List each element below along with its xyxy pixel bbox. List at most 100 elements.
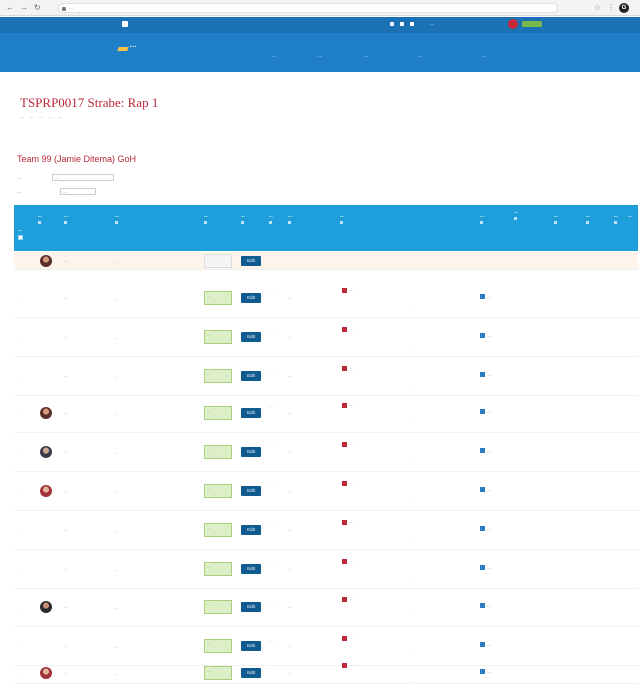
user-name-link[interactable]: ... (64, 488, 106, 494)
comment-link[interactable]: ... (350, 326, 476, 332)
user-name-link[interactable]: ... (64, 527, 106, 533)
user-name-link[interactable]: ... (64, 334, 106, 340)
column-header[interactable]: ... (204, 213, 208, 224)
sort-icon (288, 221, 291, 224)
column-header[interactable]: ... (586, 213, 590, 224)
breadcrumb-item[interactable]: ... (39, 114, 43, 120)
count-badge[interactable]: ... (480, 372, 491, 377)
reload-icon[interactable]: ↻ (34, 4, 41, 12)
count-badge[interactable]: ... (480, 603, 491, 608)
edit-button[interactable]: Edit (241, 331, 261, 342)
user-name-link[interactable]: ... (64, 566, 106, 572)
site-logo[interactable]: ... (117, 39, 198, 55)
comment-link[interactable]: ... (350, 662, 476, 668)
flag-icon (342, 596, 347, 602)
count-badge[interactable]: ... (480, 642, 491, 647)
edit-button[interactable]: Edit (241, 407, 261, 418)
select-all-checkbox[interactable] (18, 235, 23, 240)
message-icon[interactable] (410, 22, 414, 26)
user-email: ... (115, 334, 119, 339)
comment-link[interactable]: ... (350, 519, 476, 525)
edit-button[interactable]: Edit (241, 485, 261, 496)
user-name-link[interactable]: ... (64, 258, 106, 264)
sort-icon (514, 217, 517, 220)
column-header[interactable]: ... (288, 213, 292, 224)
column-header[interactable]: ... (269, 213, 273, 224)
edit-button[interactable]: Edit (241, 640, 261, 651)
column-header[interactable]: ... (514, 209, 518, 220)
edit-button[interactable]: Edit (241, 255, 261, 266)
comment-link[interactable]: ... (350, 402, 476, 408)
user-avatar[interactable] (508, 19, 518, 29)
edit-button[interactable]: Edit (241, 601, 261, 612)
comment-meta: ... (412, 650, 416, 656)
notification-icon[interactable] (400, 22, 404, 26)
comment-link[interactable]: ... (350, 558, 476, 564)
address-bar[interactable]: ... (58, 3, 558, 13)
filter2-select[interactable]: ... (60, 188, 96, 195)
count-badge[interactable]: ... (480, 669, 491, 674)
status-pill (522, 21, 542, 27)
breadcrumb-item[interactable]: ... (49, 114, 53, 120)
table-row: ............ Edit............... (14, 471, 638, 511)
comment-link[interactable]: ... (350, 596, 476, 602)
status-badge: ... (204, 522, 232, 537)
breadcrumb-item: ... (58, 114, 63, 120)
column-header[interactable]: ... (614, 213, 618, 224)
count-badge[interactable]: ... (480, 565, 491, 570)
bookmark-star-icon[interactable]: ☆ (594, 3, 601, 12)
time-text: ... (269, 481, 273, 487)
home-icon[interactable] (122, 21, 128, 27)
user-menu[interactable]: ... (430, 21, 434, 27)
edit-button[interactable]: Edit (241, 524, 261, 535)
browser-menu-icon[interactable]: ⋮ (607, 3, 615, 12)
comment-link[interactable]: ... (350, 480, 476, 486)
count-badge[interactable]: ... (480, 526, 491, 531)
count-badge[interactable]: ... (480, 333, 491, 338)
user-email: ... (115, 604, 119, 609)
edit-button[interactable]: Edit (241, 292, 261, 303)
column-header[interactable]: ... (241, 213, 245, 224)
profile-avatar[interactable]: G (619, 3, 629, 13)
filter1-select[interactable]: ... (52, 174, 114, 181)
nav-item-4[interactable]: ... (418, 53, 422, 59)
breadcrumb-item[interactable]: ... (20, 114, 24, 120)
user-name-link[interactable]: ... (64, 604, 106, 610)
breadcrumb: ... ... ... ... ... (20, 114, 66, 120)
count-badge[interactable]: ... (480, 487, 491, 492)
comment-link[interactable]: ... (350, 287, 476, 293)
user-name-link[interactable]: ... (64, 373, 106, 379)
count-badge[interactable]: ... (480, 448, 491, 453)
user-name-link[interactable]: ... (64, 643, 106, 649)
user-name-link[interactable]: ... (64, 410, 106, 416)
column-header[interactable]: ... (38, 213, 42, 224)
edit-button[interactable]: Edit (241, 446, 261, 457)
forward-arrow-icon[interactable]: → (20, 4, 28, 12)
edit-button[interactable]: Edit (241, 563, 261, 574)
breadcrumb-item[interactable]: ... (30, 114, 34, 120)
back-arrow-icon[interactable]: ← (6, 4, 14, 12)
edit-button[interactable]: Edit (241, 370, 261, 381)
nav-item-5[interactable]: ... (482, 53, 486, 59)
nav-item-2[interactable]: ... (318, 53, 322, 59)
comment-link[interactable]: ... (350, 441, 476, 447)
count-badge[interactable]: ... (480, 409, 491, 414)
user-name-link[interactable]: ... (64, 449, 106, 455)
column-header[interactable]: ... (480, 213, 484, 224)
column-header[interactable]: ... (18, 227, 22, 233)
comment-link[interactable]: ... (350, 635, 476, 641)
column-header[interactable]: ... (628, 213, 632, 219)
user-email: ... (115, 258, 119, 263)
comment-link[interactable]: ... (350, 365, 476, 371)
user-name-link[interactable]: ... (64, 670, 106, 676)
edit-button[interactable]: Edit (241, 668, 261, 678)
column-header[interactable]: ... (554, 213, 558, 224)
search-icon[interactable] (390, 22, 394, 26)
column-header[interactable]: ... (340, 213, 344, 224)
nav-item-3[interactable]: ... (364, 53, 368, 59)
column-header[interactable]: ... (64, 213, 68, 224)
user-name-link[interactable]: ... (64, 295, 106, 301)
column-header[interactable]: ... (115, 213, 119, 224)
count-badge[interactable]: ... (480, 294, 491, 299)
nav-item-1[interactable]: ... (272, 53, 276, 59)
